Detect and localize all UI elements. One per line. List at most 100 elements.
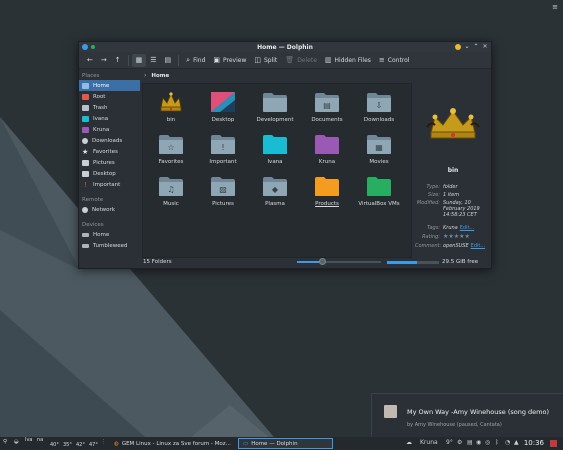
file-item[interactable]: ♫ Music	[149, 174, 193, 207]
sidebar-item-important[interactable]: ! Important	[79, 179, 140, 190]
file-item[interactable]: ▨ Pictures	[201, 174, 245, 207]
hidden-files-icon: ▥	[324, 55, 332, 64]
sidebar-item-tumbleweed[interactable]: Tumbleweed	[79, 240, 140, 251]
file-item[interactable]: Desktop	[201, 90, 245, 123]
sidebar-item-kruna[interactable]: Kruna	[79, 124, 140, 135]
weather-temp[interactable]: 9°	[446, 439, 453, 446]
file-item[interactable]: ⇩ Downloads	[357, 90, 401, 123]
media-notification[interactable]: My Own Way -Amy Winehouse (song demo) by…	[371, 393, 563, 437]
breadcrumb: › Home	[140, 70, 491, 81]
network-tray-icon[interactable]: ◎	[485, 439, 490, 446]
sidebar-item-label: Desktop	[93, 170, 116, 177]
sidebar-item-label: Home	[93, 82, 110, 89]
crown-icon	[160, 92, 182, 112]
grid-icon: ▦	[135, 55, 143, 64]
maximize-icon[interactable]: ⌃	[473, 44, 479, 50]
bluetooth-icon[interactable]: ᛒ	[495, 439, 499, 446]
sidebar-item-downloads[interactable]: Downloads	[79, 135, 140, 146]
sidebar-item-device-home[interactable]: Home	[79, 229, 140, 240]
back-button[interactable]: ←	[83, 54, 97, 67]
places-heading: Places	[82, 73, 100, 79]
file-item[interactable]: Development	[253, 90, 297, 123]
compact-view-button[interactable]: ☰	[146, 54, 160, 67]
user-switcher[interactable]: Iva	[25, 437, 33, 443]
sidebar-item-desktop[interactable]: Desktop	[79, 168, 140, 179]
volume-icon[interactable]: ◉	[476, 439, 481, 446]
split-button[interactable]: ◫ Split	[250, 54, 281, 67]
desktop-menu-icon[interactable]: ≡	[552, 3, 558, 11]
chevron-right-icon[interactable]: ›	[144, 72, 146, 79]
minimize-icon[interactable]: ⌄	[464, 44, 470, 50]
task-dolphin[interactable]: ▭ Home — Dolphin	[238, 438, 333, 449]
clock[interactable]: 10:36	[524, 439, 544, 447]
file-item[interactable]: ▦ Movies	[357, 132, 401, 165]
lock-screen-icon[interactable]	[550, 440, 557, 447]
details-view-button[interactable]: ▤	[161, 54, 176, 67]
documents-folder-icon: ▤	[315, 93, 339, 112]
find-button[interactable]: ⌕ Find	[182, 54, 209, 67]
sidebar-item-home[interactable]: Home	[79, 80, 140, 91]
file-item[interactable]: ☆ Favorites	[149, 132, 193, 165]
temp-readout: 40°	[50, 442, 59, 448]
hidden-files-button[interactable]: ▥ Hidden Files	[321, 54, 375, 67]
file-item[interactable]: ◆ Plasma	[253, 174, 297, 207]
star-icon: ★	[82, 147, 89, 156]
breadcrumb-home[interactable]: Home	[151, 73, 169, 79]
pin-icon[interactable]	[91, 45, 95, 49]
zoom-slider[interactable]	[297, 258, 381, 265]
sidebar-item-root[interactable]: Root	[79, 91, 140, 102]
status-bar: 15 Folders 29.5 GiB free	[140, 256, 491, 268]
rating-stars[interactable]: ★★★★★	[443, 234, 470, 240]
app-launcher-icon[interactable]: ⚲	[3, 439, 7, 445]
file-item[interactable]: bin	[149, 90, 193, 123]
settings-icon[interactable]: ⚙	[457, 439, 462, 446]
up-button[interactable]: ↑	[111, 54, 125, 67]
sidebar-item-pictures[interactable]: Pictures	[79, 157, 140, 168]
sidebar-item-label: Ivana	[93, 115, 109, 122]
devices-heading: Devices	[82, 222, 104, 228]
show-desktop-icon[interactable]: ◒	[14, 439, 19, 445]
sidebar-item-network[interactable]: Network	[79, 204, 140, 215]
album-art	[384, 405, 397, 418]
delete-button[interactable]: 🗑 Delete	[281, 54, 321, 67]
task-firefox[interactable]: ◍ GEM Linux - Linux za Sve forum - Moz...	[110, 438, 235, 449]
folder-count: 15 Folders	[143, 259, 172, 265]
sidebar-item-ivana[interactable]: Ivana	[79, 113, 140, 124]
tray-user[interactable]: Kruna	[420, 439, 438, 446]
expand-tray-icon[interactable]: ▲	[514, 439, 519, 446]
rating-key: Rating:	[422, 234, 440, 240]
important-icon: !	[84, 180, 87, 189]
sidebar-item-trash[interactable]: Trash	[79, 102, 140, 113]
file-item[interactable]: Ivana	[253, 132, 297, 165]
file-item[interactable]: Kruna	[305, 132, 349, 165]
icons-view-button[interactable]: ▦	[131, 53, 147, 67]
comment-edit-link[interactable]: Edit...	[471, 243, 485, 249]
file-name: Kruna	[318, 159, 336, 165]
control-label: Control	[387, 56, 410, 64]
user-label: Iva	[25, 437, 33, 443]
close-icon[interactable]: ✕	[482, 44, 488, 50]
file-item[interactable]: ! Important	[201, 132, 245, 165]
forward-button[interactable]: →	[97, 54, 111, 67]
app-icon[interactable]	[82, 44, 88, 50]
dolphin-icon: ▭	[243, 440, 249, 447]
file-item[interactable]: VirtualBox VMs	[357, 174, 401, 207]
slider-handle[interactable]	[319, 258, 327, 265]
user-switcher-b[interactable]: na	[37, 437, 43, 443]
purple-folder-icon	[315, 135, 339, 154]
weather-icon[interactable]: ☁	[406, 439, 412, 446]
file-item[interactable]: ▤ Documents	[305, 90, 349, 123]
cyan-folder-icon	[82, 115, 89, 122]
file-item[interactable]: Products	[305, 174, 349, 207]
control-button[interactable]: ≡ Control	[375, 54, 414, 67]
free-space-bar	[387, 261, 439, 264]
tags-edit-link[interactable]: Edit...	[460, 225, 474, 231]
find-label: Find	[193, 56, 206, 64]
clipboard-icon[interactable]: ▤	[467, 439, 473, 446]
preview-button[interactable]: ▣ Preview	[209, 54, 250, 67]
sidebar-item-label: Pictures	[93, 159, 115, 166]
notifications-icon[interactable]: ◔	[505, 439, 510, 446]
sidebar-item-favorites[interactable]: ★ Favorites	[79, 146, 140, 157]
help-icon[interactable]	[455, 44, 461, 50]
pictures-folder-icon: ▨	[211, 177, 235, 196]
